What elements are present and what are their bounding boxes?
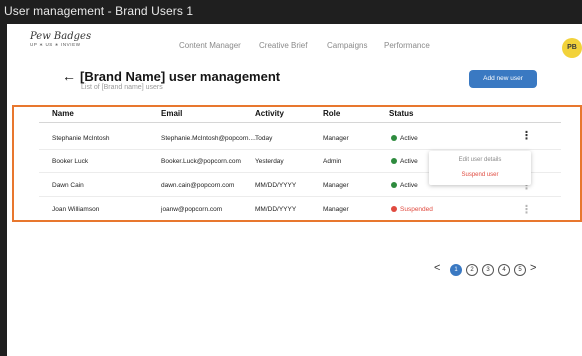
back-arrow-icon[interactable]: ← (62, 68, 76, 84)
avatar[interactable]: PB (562, 38, 582, 58)
page-5-button[interactable]: 5 (514, 264, 526, 276)
page-2-button[interactable]: 2 (466, 264, 478, 276)
nav-content-manager[interactable]: Content Manager (179, 41, 241, 50)
nav-performance[interactable]: Performance (384, 41, 430, 50)
cell-activity: MM/DD/YYYY (255, 206, 297, 213)
row-actions-menu: Edit user details Suspend user (429, 151, 531, 185)
page-subtitle: List of [Brand name] users (81, 84, 163, 91)
status-badge: Suspended (400, 206, 433, 213)
status-badge: Active (400, 158, 418, 165)
page-title: [Brand Name] user management (80, 69, 281, 84)
column-header-activity: Activity (255, 109, 284, 118)
column-header-role: Role (323, 109, 341, 118)
add-user-button[interactable]: Add new user (469, 70, 537, 88)
header-divider (39, 122, 561, 123)
status-active-dot (391, 158, 397, 164)
column-header-email: Email (161, 109, 183, 118)
brand-logo[interactable]: Pew Badges UP ∗ US ∗ INVIEW (30, 31, 100, 61)
row-actions-kebab-icon[interactable]: ⋮ (521, 131, 532, 142)
status-badge: Active (400, 135, 418, 142)
suspend-user-menu-item[interactable]: Suspend user (429, 172, 531, 178)
cell-name: Joan Williamson (52, 206, 100, 213)
status-active-dot (391, 182, 397, 188)
status-suspended-dot (391, 206, 397, 212)
nav-campaigns[interactable]: Campaigns (327, 41, 367, 50)
page-1-button[interactable]: 1 (450, 264, 462, 276)
logo-script: Pew Badges (30, 31, 92, 42)
cell-role: Admin (323, 158, 342, 165)
cell-email: Stephanie.McIntosh@popcorn.... (161, 135, 256, 142)
status-badge: Active (400, 182, 418, 189)
cell-role: Manager (323, 135, 349, 142)
edit-user-menu-item[interactable]: Edit user details (429, 157, 531, 163)
logo-tagline: UP ∗ US ∗ INVIEW (30, 42, 81, 47)
column-header-name: Name (52, 109, 74, 118)
cell-name: Stephanie McIntosh (52, 135, 110, 142)
cell-role: Manager (323, 206, 349, 213)
status-active-dot (391, 135, 397, 141)
cell-email: Booker.Luck@popcorn.com (161, 158, 241, 165)
app-canvas: Pew Badges UP ∗ US ∗ INVIEW Content Mana… (7, 24, 582, 356)
cell-activity: Yesterday (255, 158, 284, 165)
prev-page-icon[interactable]: < (434, 262, 440, 274)
cell-activity: Today (255, 135, 273, 142)
cell-name: Booker Luck (52, 158, 89, 165)
cell-email: dawn.cain@popcorn.com (161, 182, 235, 189)
page-4-button[interactable]: 4 (498, 264, 510, 276)
cell-name: Dawn Cain (52, 182, 84, 189)
window-title: User management - Brand Users 1 (4, 4, 194, 18)
row-divider (39, 196, 561, 197)
column-header-status: Status (389, 109, 414, 118)
page-3-button[interactable]: 3 (482, 264, 494, 276)
next-page-icon[interactable]: > (530, 262, 536, 274)
cell-activity: MM/DD/YYYY (255, 182, 297, 189)
nav-creative-brief[interactable]: Creative Brief (259, 41, 307, 50)
row-actions-kebab-icon[interactable]: ⋮ (521, 205, 532, 216)
top-nav: Pew Badges UP ∗ US ∗ INVIEW Content Mana… (7, 24, 582, 70)
cell-email: joanw@popcorn.com (161, 206, 223, 213)
cell-role: Manager (323, 182, 349, 189)
row-divider (39, 149, 561, 150)
